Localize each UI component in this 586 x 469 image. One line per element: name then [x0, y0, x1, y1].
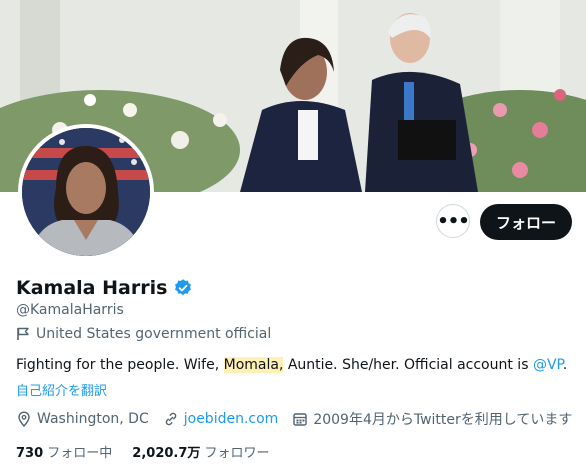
location-pin-icon	[18, 411, 30, 427]
location-text: Washington, DC	[37, 411, 149, 427]
account-label-text: United States government official	[36, 326, 272, 342]
following-label: フォロー中	[47, 446, 113, 461]
following-stat[interactable]: 730 フォロー中	[16, 442, 112, 461]
following-count: 730	[16, 446, 44, 461]
translate-bio-link[interactable]: 自己紹介を翻訳	[16, 380, 107, 399]
flag-icon	[17, 327, 29, 340]
bio-mention-link[interactable]: @VP	[533, 357, 563, 373]
display-name: Kamala Harris	[16, 277, 168, 299]
avatar-photo	[22, 128, 150, 256]
handle: @KamalaHarris	[16, 302, 124, 318]
bio-text-1: Fighting for the people. Wife,	[16, 357, 224, 373]
follow-button[interactable]: フォロー	[480, 204, 572, 240]
bio-highlight: Momala,	[223, 357, 284, 373]
website-link[interactable]: joebiden.com	[184, 411, 279, 427]
website-item: joebiden.com	[163, 411, 279, 427]
more-options-button[interactable]: •••	[436, 204, 470, 238]
account-label: United States government official	[16, 326, 271, 342]
verified-badge-icon[interactable]	[173, 278, 193, 298]
follow-stats: 730 フォロー中 2,020.7万 フォロワー	[16, 442, 290, 461]
link-icon	[165, 412, 176, 426]
location-item: Washington, DC	[16, 411, 149, 427]
bio: Fighting for the people. Wife, Momala, A…	[16, 357, 567, 373]
followers-stat[interactable]: 2,020.7万 フォロワー	[132, 442, 269, 461]
calendar-icon	[293, 413, 308, 426]
bio-text-3: .	[562, 357, 568, 373]
followers-label: フォロワー	[204, 446, 270, 461]
joined-text: 2009年4月からTwitterを利用しています	[313, 412, 573, 428]
joined-item: 2009年4月からTwitterを利用しています	[292, 409, 572, 429]
avatar[interactable]	[18, 124, 154, 260]
profile-meta: Washington, DC joebiden.com 2009年4月からTwi…	[16, 409, 586, 429]
followers-count: 2,020.7万	[132, 446, 201, 461]
bio-text-2: Auntie. She/her. Official account is	[283, 357, 533, 373]
name-row: Kamala Harris	[16, 277, 193, 299]
